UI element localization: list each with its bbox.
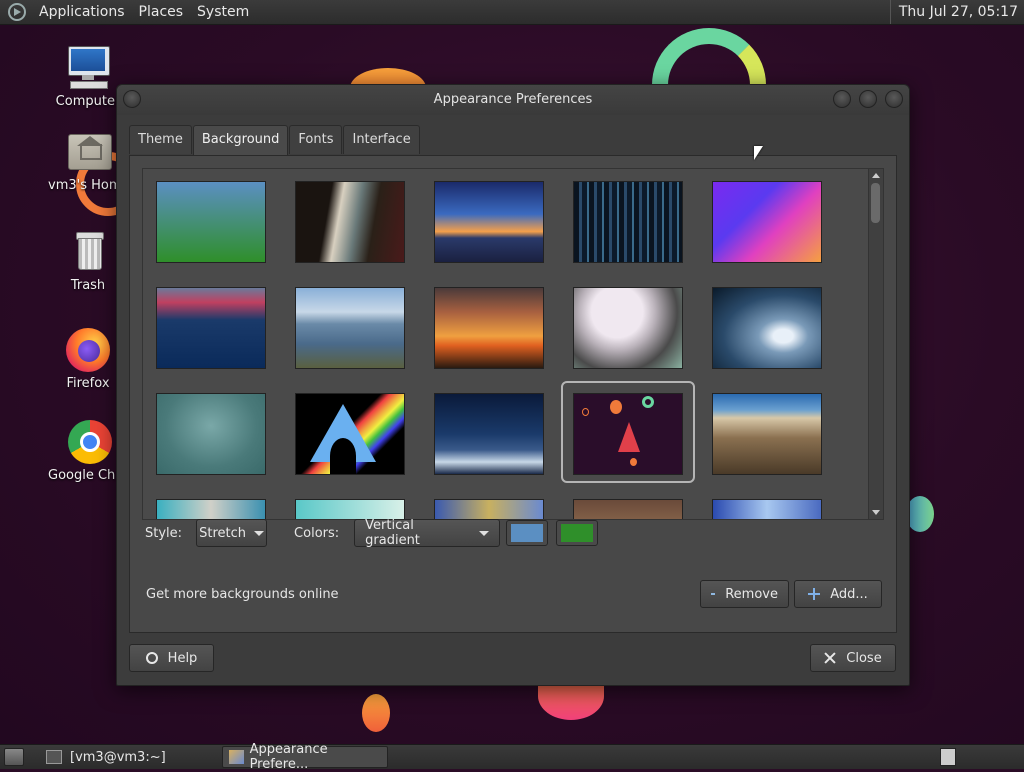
taskbar-item-terminal[interactable]: [vm3@vm3:~] (40, 746, 172, 768)
remove-button-label: Remove (725, 586, 778, 602)
colors-dropdown-value: Vertical gradient (365, 518, 420, 548)
style-colors-row: Style: Stretch Colors: Vertical gradient (145, 518, 599, 548)
wallpaper-orange-egg (362, 694, 390, 732)
wallpaper-thumbnail[interactable] (573, 287, 683, 369)
wallpaper-teal-egg (906, 496, 934, 532)
close-button-label: Close (846, 650, 882, 666)
terminal-icon (46, 750, 62, 764)
tab-bar: Theme Background Fonts Interface (129, 125, 897, 156)
wallpaper-thumbnail[interactable] (712, 287, 822, 369)
wallpaper-thumbnail[interactable] (434, 499, 544, 519)
colors-label: Colors: (294, 525, 340, 541)
close-window-button[interactable] (885, 90, 903, 108)
computer-icon (64, 44, 112, 92)
primary-color-swatch (511, 524, 544, 542)
background-tab-page: Style: Stretch Colors: Vertical gradient (129, 155, 897, 633)
wallpaper-thumbnail[interactable] (434, 287, 544, 369)
chevron-down-icon (479, 530, 490, 536)
tab-background[interactable]: Background (192, 125, 289, 156)
tab-interface[interactable]: Interface (343, 125, 420, 154)
scroll-down-arrow-icon[interactable] (872, 510, 880, 515)
close-icon (824, 652, 836, 664)
get-more-backgrounds-link[interactable]: Get more backgrounds online (146, 587, 339, 602)
wallpaper-thumbnail[interactable] (573, 499, 683, 519)
add-button[interactable]: Add... (794, 580, 882, 608)
wallpaper-thumbnail[interactable] (156, 393, 266, 475)
minimize-button[interactable] (833, 90, 851, 108)
chrome-icon (64, 418, 112, 466)
window-title: Appearance Preferences (433, 92, 593, 107)
menu-applications[interactable]: Applications (32, 4, 132, 20)
help-button-label: Help (167, 650, 198, 666)
colors-dropdown[interactable]: Vertical gradient (354, 518, 501, 548)
wallpaper-thumbnail[interactable] (295, 287, 405, 369)
style-dropdown-value: Stretch (199, 525, 246, 541)
style-dropdown[interactable]: Stretch (196, 519, 268, 547)
taskbar-item-appearance[interactable]: Appearance Prefere... (221, 742, 388, 772)
bottom-panel: [vm3@vm3:~] Appearance Prefere... (0, 742, 1024, 772)
appearance-preferences-window: Appearance Preferences Theme Background … (116, 84, 910, 686)
appearance-icon (228, 750, 244, 764)
chevron-down-icon (254, 530, 264, 536)
tab-theme[interactable]: Theme (129, 125, 192, 154)
add-button-label: Add... (830, 586, 868, 602)
wallpaper-thumbnail[interactable] (156, 181, 266, 263)
secondary-color-button[interactable] (556, 520, 599, 546)
wallpaper-thumbnail[interactable] (295, 181, 405, 263)
taskbar-item-label: [vm3@vm3:~] (70, 749, 166, 765)
menu-system[interactable]: System (190, 4, 256, 20)
wallpaper-thumbnail[interactable] (573, 181, 683, 263)
window-titlebar[interactable]: Appearance Preferences (117, 85, 909, 115)
menu-places[interactable]: Places (132, 4, 191, 20)
distro-logo-icon[interactable] (8, 3, 26, 21)
wallpaper-thumbnail[interactable] (434, 393, 544, 475)
wallpaper-thumbnail[interactable] (712, 181, 822, 263)
remove-button[interactable]: Remove (700, 580, 789, 608)
primary-color-button[interactable] (506, 520, 549, 546)
clock[interactable]: Thu Jul 27, 05:17 (889, 0, 1024, 24)
wallpaper-thumbnail[interactable] (712, 499, 822, 519)
firefox-icon (64, 326, 112, 374)
wallpaper-thumbnail[interactable] (712, 393, 822, 475)
show-desktop-icon[interactable] (4, 748, 24, 766)
scrollbar-thumb[interactable] (871, 183, 880, 223)
style-label: Style: (145, 525, 183, 541)
top-panel: Applications Places System Thu Jul 27, 0… (0, 0, 1024, 25)
maximize-button[interactable] (859, 90, 877, 108)
help-button[interactable]: Help (129, 644, 214, 672)
trash-icon (64, 228, 112, 276)
wallpaper-thumbnail[interactable] (156, 287, 266, 369)
tab-fonts[interactable]: Fonts (289, 125, 343, 154)
wallpaper-thumbnail[interactable] (295, 499, 405, 519)
wallpaper-thumbnail[interactable] (295, 393, 405, 475)
wallpaper-grid[interactable] (142, 168, 884, 520)
preferences-notebook: Theme Background Fonts Interface Style: … (129, 125, 897, 633)
mouse-pointer-icon (754, 146, 763, 160)
help-icon (145, 652, 158, 664)
close-button[interactable]: Close (810, 644, 896, 672)
wallpaper-thumbnail[interactable] (156, 499, 266, 519)
workspace-switcher[interactable] (940, 748, 956, 766)
wallpaper-thumbnail[interactable] (434, 181, 544, 263)
plus-icon (808, 588, 821, 600)
wallpaper-thumbnail-selected[interactable] (573, 393, 683, 475)
wallpaper-grid-scrollbar[interactable] (868, 169, 883, 519)
home-folder-icon (64, 128, 112, 176)
minus-icon (711, 593, 716, 595)
window-menu-button[interactable] (123, 90, 141, 108)
scroll-up-arrow-icon[interactable] (872, 173, 880, 178)
secondary-color-swatch (561, 524, 594, 542)
